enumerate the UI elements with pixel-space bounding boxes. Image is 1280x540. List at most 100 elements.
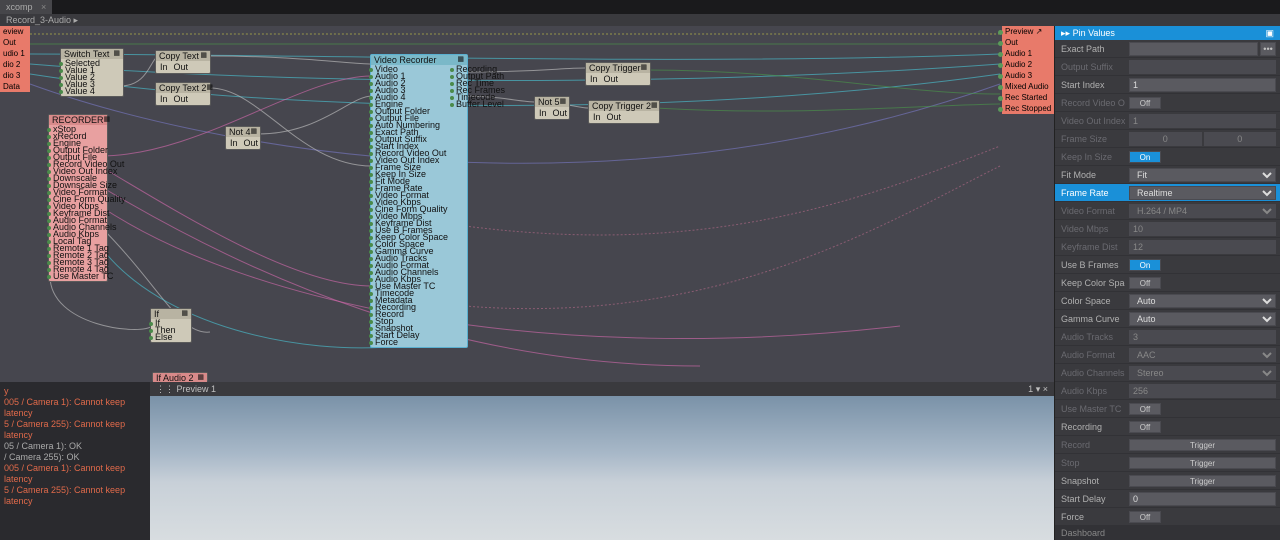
node-not-5[interactable]: Not 5▦ InOut: [534, 96, 570, 120]
pin-in: In: [590, 74, 598, 84]
prop-label: Keyframe Dist: [1055, 242, 1125, 252]
io-in-pin[interactable]: Out: [0, 37, 30, 48]
io-out-pin[interactable]: Rec Stopped: [1002, 103, 1054, 114]
prop-trigger-button[interactable]: Trigger: [1129, 439, 1276, 451]
prop-select[interactable]: Auto: [1129, 312, 1276, 326]
prop-input[interactable]: [1129, 60, 1276, 74]
prop-input[interactable]: [1129, 222, 1276, 236]
prop-select[interactable]: Fit: [1129, 168, 1276, 182]
io-out-pin[interactable]: Out: [1002, 37, 1054, 48]
node-if-audio-2[interactable]: If Audio 2▦: [152, 372, 208, 382]
log-line: 5 / Camera 255): Cannot keep latency: [4, 419, 146, 441]
node-copy-trigger[interactable]: Copy Trigger▦ InOut: [585, 62, 651, 86]
node-menu-icon[interactable]: ▦: [104, 115, 111, 125]
prop-input[interactable]: [1204, 132, 1277, 146]
node-copy-trigger-2[interactable]: Copy Trigger 2▦ InOut: [588, 100, 660, 124]
node-menu-icon[interactable]: ▦: [200, 51, 207, 61]
prop-toggle[interactable]: Off: [1129, 277, 1161, 289]
prop-keepCS: Keep Color SpaceOff: [1055, 274, 1280, 292]
io-out-pin[interactable]: Rec Started: [1002, 92, 1054, 103]
node-if[interactable]: If▦ IfThenElse: [150, 308, 192, 343]
node-pin[interactable]: Force: [375, 339, 448, 346]
panel-prefix-icon: ▸▸: [1061, 28, 1070, 38]
node-pin[interactable]: Value 4: [65, 88, 119, 95]
prop-input[interactable]: [1129, 240, 1276, 254]
preview-num: 1: [1028, 384, 1033, 394]
prop-label: Keep In Size: [1055, 152, 1125, 162]
tab-xcomp[interactable]: xcomp ×: [0, 0, 52, 14]
prop-label: Record: [1055, 440, 1125, 450]
prop-label: Record Video Out: [1055, 98, 1125, 108]
node-menu-icon[interactable]: ▦: [206, 83, 213, 93]
prop-trigger-button[interactable]: Trigger: [1129, 457, 1276, 469]
prop-input[interactable]: [1129, 492, 1276, 506]
prop-select[interactable]: AAC: [1129, 348, 1276, 362]
preview-grip-icon[interactable]: ⋮⋮ Preview 1: [156, 384, 216, 395]
io-in-pin[interactable]: dio 3: [0, 70, 30, 81]
prop-select[interactable]: Auto: [1129, 294, 1276, 308]
prop-input[interactable]: [1129, 330, 1276, 344]
node-recorder[interactable]: RECORDER▦ xStopxRecordEngineOutput Folde…: [48, 114, 108, 282]
breadcrumb[interactable]: Record_3-Audio ▸: [0, 14, 1280, 26]
prop-input[interactable]: [1129, 78, 1276, 92]
log-line: / Camera 255): OK: [4, 452, 146, 463]
prop-colorSpace: Color SpaceAuto: [1055, 292, 1280, 310]
browse-button[interactable]: •••: [1260, 42, 1276, 56]
prop-input[interactable]: [1129, 114, 1276, 128]
prop-startDelay: Start Delay: [1055, 490, 1280, 508]
node-graph[interactable]: eviewOutudio 1dio 2dio 3Data Preview ↗Ou…: [0, 26, 1054, 382]
node-copy-text[interactable]: Copy Text▦ InOut: [155, 50, 211, 74]
io-out-pin[interactable]: Preview ↗: [1002, 26, 1054, 37]
prop-label: Gamma Curve: [1055, 314, 1125, 324]
io-in-pin[interactable]: eview: [0, 26, 30, 37]
node-pin[interactable]: Buffer Level: [456, 101, 505, 108]
prop-toggle[interactable]: Off: [1129, 403, 1161, 415]
close-icon[interactable]: ×: [41, 2, 46, 12]
prop-toggle[interactable]: On: [1129, 151, 1161, 163]
prop-select[interactable]: Realtime: [1129, 186, 1276, 200]
node-menu-icon[interactable]: ▦: [641, 63, 648, 73]
pin-in: In: [539, 108, 547, 118]
node-menu-icon[interactable]: ▦: [181, 309, 188, 319]
node-menu-icon[interactable]: ▦: [560, 97, 567, 107]
node-not-4[interactable]: Not 4▦ InOut: [225, 126, 261, 150]
prop-toggle[interactable]: Off: [1129, 511, 1161, 523]
preview-menu-icon[interactable]: ▾: [1036, 384, 1041, 394]
node-menu-icon[interactable]: ▦: [113, 49, 120, 59]
panel-footer[interactable]: Dashboard: [1055, 526, 1280, 540]
preview-viewport[interactable]: [150, 396, 1054, 540]
prop-snapshot: SnapshotTrigger: [1055, 472, 1280, 490]
io-in-pin[interactable]: udio 1: [0, 48, 30, 59]
prop-audioFmt: Audio FormatAAC: [1055, 346, 1280, 364]
panel-close-icon[interactable]: ▣: [1265, 28, 1274, 39]
pin-values-panel: ▸▸ Pin Values ▣ Exact Path•••Output Suff…: [1055, 26, 1280, 540]
io-out-pin[interactable]: Audio 3: [1002, 70, 1054, 81]
node-video-recorder[interactable]: Video Recorder▦ VideoAudio 1Audio 2Audio…: [370, 54, 468, 348]
panel-title[interactable]: ▸▸ Pin Values ▣: [1055, 26, 1280, 40]
node-title: Not 4: [229, 127, 251, 137]
prop-toggle[interactable]: Off: [1129, 421, 1161, 433]
prop-input[interactable]: [1129, 42, 1258, 56]
prop-trigger-button[interactable]: Trigger: [1129, 475, 1276, 487]
node-menu-icon[interactable]: ▦: [251, 127, 258, 137]
node-pin[interactable]: Else: [155, 334, 187, 341]
node-switch-text[interactable]: Switch Text▦ SelectedValue 1Value 2Value…: [60, 48, 124, 97]
prop-label: Recording: [1055, 422, 1125, 432]
node-copy-text-2[interactable]: Copy Text 2▦ InOut: [155, 82, 211, 106]
prop-input[interactable]: [1129, 132, 1202, 146]
io-in-pin[interactable]: dio 2: [0, 59, 30, 70]
close-icon[interactable]: ×: [1043, 384, 1048, 394]
prop-toggle[interactable]: On: [1129, 259, 1161, 271]
node-pin[interactable]: Use Master TC: [53, 273, 103, 280]
io-out-pin[interactable]: Audio 2: [1002, 59, 1054, 70]
node-title: Copy Text: [159, 51, 199, 61]
prop-select[interactable]: Stereo: [1129, 366, 1276, 380]
prop-input[interactable]: [1129, 384, 1276, 398]
prop-select[interactable]: H.264 / MP4: [1129, 204, 1276, 218]
io-in-pin[interactable]: Data: [0, 81, 30, 92]
tab-label: xcomp: [6, 2, 33, 12]
node-menu-icon[interactable]: ▦: [651, 101, 658, 111]
prop-toggle[interactable]: Off: [1129, 97, 1161, 109]
io-out-pin[interactable]: Audio 1: [1002, 48, 1054, 59]
io-out-pin[interactable]: Mixed Audio: [1002, 81, 1054, 92]
